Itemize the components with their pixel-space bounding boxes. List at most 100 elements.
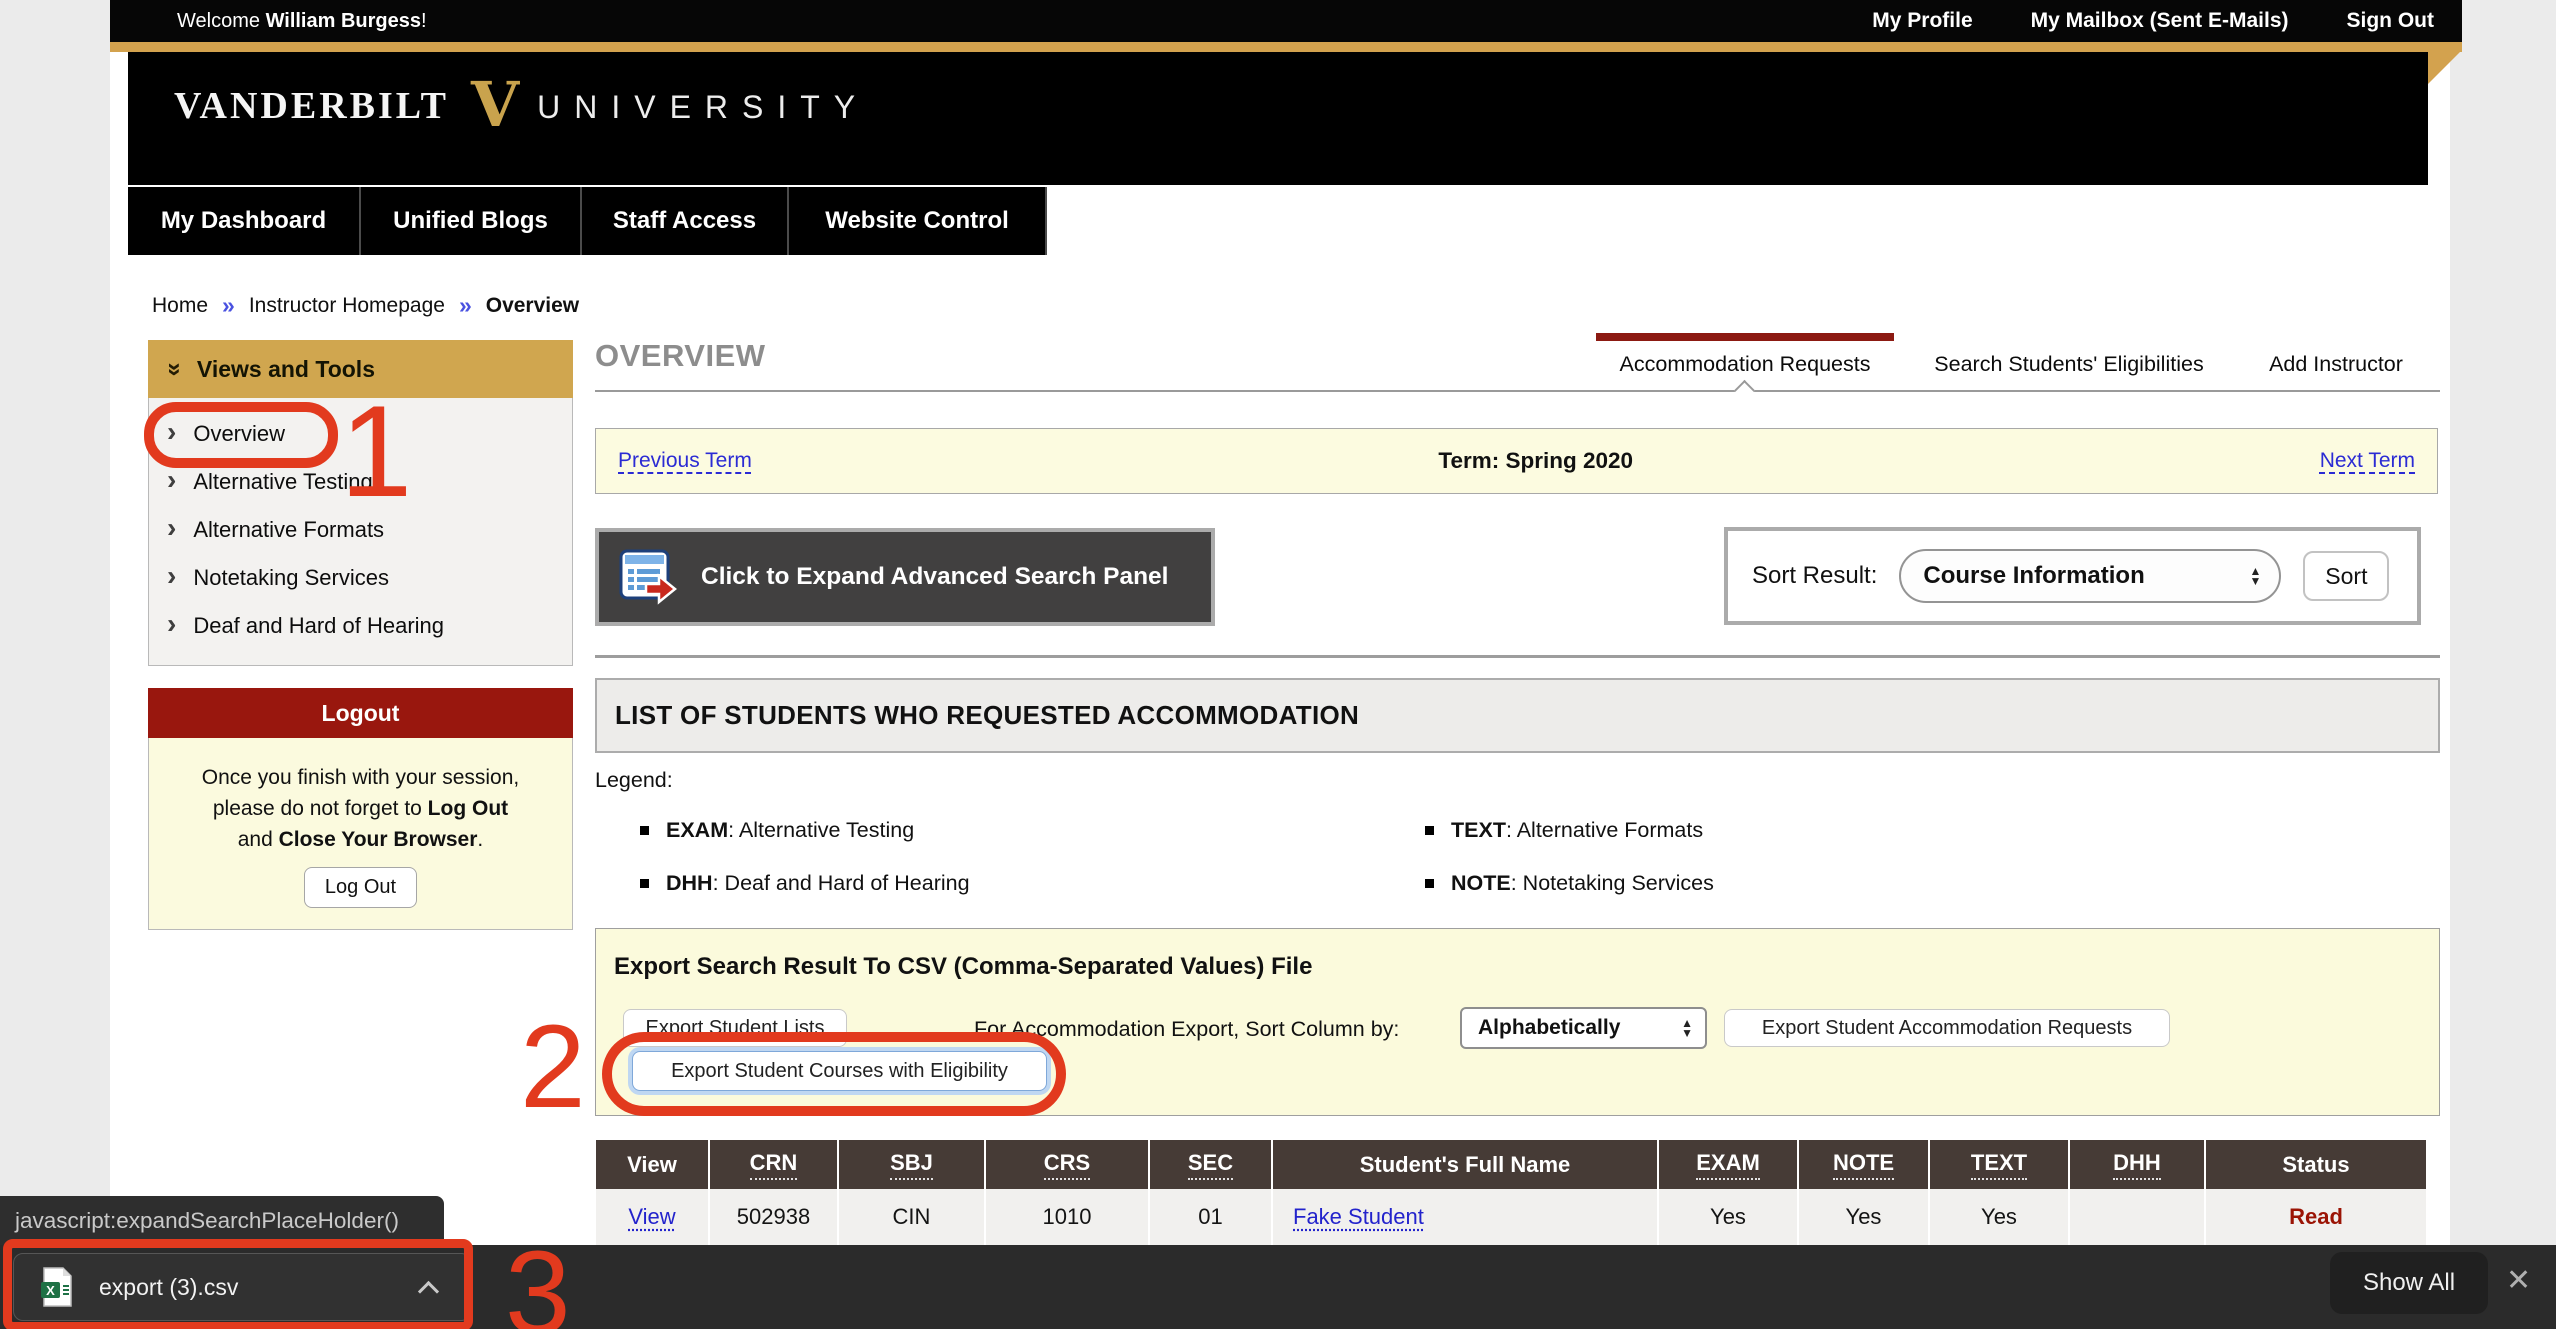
next-term-link[interactable]: Next Term [2320,449,2415,473]
sidebar-item-label: Overview [193,421,285,447]
welcome-prefix: Welcome [177,10,260,32]
breadcrumb-instructor-homepage[interactable]: Instructor Homepage [249,294,445,318]
download-item-export-csv[interactable]: X export (3).csv [13,1253,471,1321]
user-name: William Burgess [266,10,421,32]
close-shelf-icon[interactable]: ✕ [2506,1263,2531,1298]
vanderbilt-v-icon: V [471,76,519,134]
welcome-suffix: ! [421,10,427,32]
sort-result-label: Sort Result: [1752,562,1877,590]
advanced-search-icon [619,548,677,606]
sidebar-item-overview[interactable]: › Overview [149,410,572,458]
show-all-downloads-button[interactable]: Show All [2330,1252,2488,1314]
chevron-right-icon: › [167,610,176,638]
chevron-right-icon: › [167,514,176,542]
sort-result-select[interactable]: Course Information ▲▼ [1899,549,2281,603]
bullet-icon [1425,879,1434,888]
sidebar-item-label: Notetaking Services [193,565,389,591]
screen: Welcome William Burgess! My Profile My M… [0,0,2556,1329]
previous-term-link[interactable]: Previous Term [618,449,752,473]
sidebar-item-alternative-formats[interactable]: › Alternative Formats [149,506,572,554]
top-links: My Profile My Mailbox (Sent E-Mails) Sig… [1872,9,2434,33]
nav-staff-access[interactable]: Staff Access [582,187,789,255]
gold-border [110,42,2462,52]
svg-text:X: X [46,1283,55,1298]
csv-file-icon: X [41,1267,73,1307]
col-header-crs[interactable]: CRS [986,1140,1150,1189]
logout-text-line1: Once you finish with your session, [149,762,572,793]
sidebar-item-label: Deaf and Hard of Hearing [193,613,444,639]
advanced-search-label: Click to Expand Advanced Search Panel [701,563,1168,591]
export-sort-by-select[interactable]: Alphabetically ▲▼ [1460,1007,1707,1049]
export-csv-panel: Export Search Result To CSV (Comma-Separ… [595,928,2440,1116]
my-mailbox-link[interactable]: My Mailbox (Sent E-Mails) [2031,9,2289,33]
sidebar-item-deaf-hard-of-hearing[interactable]: › Deaf and Hard of Hearing [149,602,572,650]
download-shelf: X export (3).csv Show All ✕ [0,1245,2556,1329]
export-accommodation-requests-button[interactable]: Export Student Accommodation Requests [1724,1009,2170,1047]
my-profile-link[interactable]: My Profile [1872,9,1972,33]
cell-sec: 01 [1150,1189,1273,1245]
nav-unified-blogs[interactable]: Unified Blogs [361,187,582,255]
sidebar-header-label: Views and Tools [197,356,375,383]
double-chevron-down-icon: » [160,362,189,376]
browser-status-tooltip: javascript:expandSearchPlaceHolder() [0,1196,444,1245]
export-panel-title: Export Search Result To CSV (Comma-Separ… [614,953,1312,981]
cell-crs: 1010 [986,1189,1150,1245]
legend-item-dhh: DHH: Deaf and Hard of Hearing [640,871,970,896]
expand-advanced-search-button[interactable]: Click to Expand Advanced Search Panel [595,528,1215,626]
gold-corner-fold [2424,52,2460,88]
cell-status: Read [2206,1189,2426,1245]
chevron-right-icon: › [167,418,176,446]
cell-note: Yes [1799,1189,1930,1245]
tab-add-instructor[interactable]: Add Instructor [2252,352,2420,377]
list-header-box: LIST OF STUDENTS WHO REQUESTED ACCOMMODA… [595,678,2440,753]
col-header-sec[interactable]: SEC [1150,1140,1273,1189]
col-header-sbj[interactable]: SBJ [839,1140,986,1189]
chevron-right-icon: › [167,562,176,590]
tab-accommodation-requests[interactable]: Accommodation Requests [1600,352,1890,377]
col-header-note[interactable]: NOTE [1799,1140,1930,1189]
download-file-name: export (3).csv [99,1274,238,1301]
legend-label: Legend: [595,768,673,793]
welcome-message: Welcome William Burgess! [177,10,427,33]
sidebar-item-alternative-testing[interactable]: › Alternative Testing [149,458,572,506]
tab-search-students-eligibilities[interactable]: Search Students' Eligibilities [1916,352,2222,377]
logo-band: VANDERBILT V UNIVERSITY [128,52,2428,185]
breadcrumb-home[interactable]: Home [152,294,208,318]
sidebar-header[interactable]: » Views and Tools [148,340,573,398]
col-header-status: Status [2206,1140,2426,1189]
export-sort-by-value: Alphabetically [1478,1016,1681,1040]
col-header-view[interactable]: View [596,1140,710,1189]
sidebar-menu: › Overview › Alternative Testing › Alter… [148,398,573,666]
col-header-crn[interactable]: CRN [710,1140,839,1189]
export-courses-with-eligibility-button[interactable]: Export Student Courses with Eligibility [632,1051,1047,1091]
col-header-dhh[interactable]: DHH [2070,1140,2206,1189]
logout-text-line2: please do not forget to Log Out [149,793,572,824]
legend-item-text: TEXT: Alternative Formats [1425,818,1703,843]
nav-website-control[interactable]: Website Control [789,187,1047,255]
sort-button[interactable]: Sort [2303,551,2389,601]
table-header-row: View CRN SBJ CRS SEC Student's Full Name… [596,1140,2426,1189]
select-stepper-icon: ▲▼ [1681,1018,1693,1038]
logo-vanderbilt: VANDERBILT [174,76,449,136]
tab-underline [595,390,2440,392]
top-bar: Welcome William Burgess! My Profile My M… [110,0,2462,42]
col-header-student-name: Student's Full Name [1273,1140,1659,1189]
term-label: Term: Spring 2020 [752,448,2320,474]
col-header-exam[interactable]: EXAM [1659,1140,1799,1189]
view-link[interactable]: View [628,1204,675,1230]
student-name-link[interactable]: Fake Student [1293,1204,1424,1230]
logout-text-line3: and Close Your Browser. [149,824,572,855]
legend-item-note: NOTE: Notetaking Services [1425,871,1714,896]
sign-out-link[interactable]: Sign Out [2347,9,2435,33]
nav-my-dashboard[interactable]: My Dashboard [128,187,361,255]
section-divider [595,655,2440,658]
log-out-button[interactable]: Log Out [304,867,417,908]
sidebar-item-label: Alternative Testing [193,469,372,495]
col-header-text[interactable]: TEXT [1930,1140,2070,1189]
list-header-title: LIST OF STUDENTS WHO REQUESTED ACCOMMODA… [615,700,1359,731]
chevron-up-icon[interactable] [418,1281,439,1302]
export-sort-by-label: For Accommodation Export, Sort Column by… [974,1017,1399,1042]
sidebar-item-notetaking-services[interactable]: › Notetaking Services [149,554,572,602]
export-student-lists-button[interactable]: Export Student Lists [623,1009,847,1047]
chevron-right-icon: › [167,466,176,494]
